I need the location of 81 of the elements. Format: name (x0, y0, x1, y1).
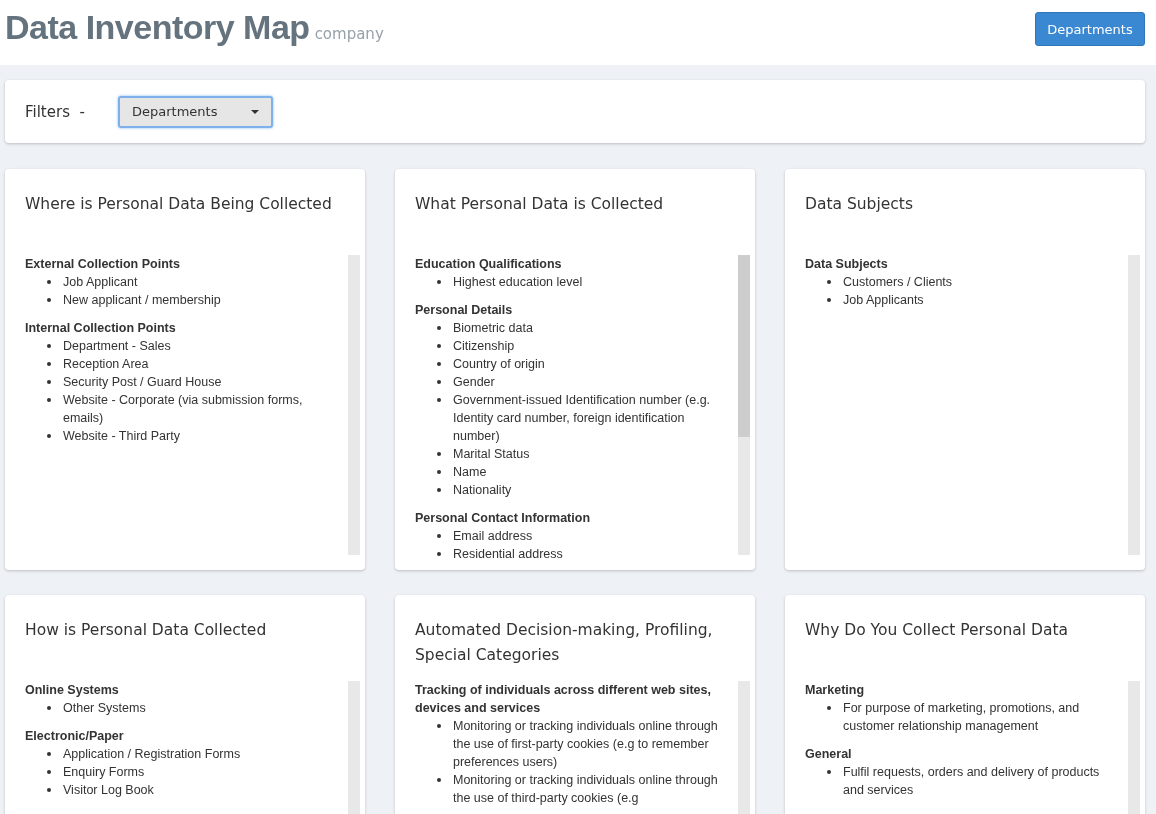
list-item: Biometric data (453, 320, 533, 337)
page-title: Data Inventory Map (5, 8, 310, 47)
departments-button[interactable]: Departments (1035, 12, 1145, 46)
group-heading: Personal Details (415, 302, 514, 319)
list-item: Department - Sales (63, 338, 171, 355)
bullet-icon (437, 488, 441, 492)
card-title: Data Subjects (805, 194, 914, 215)
bullet-icon (437, 724, 441, 728)
group-heading: Personal Contact Information (415, 510, 592, 527)
bullet-icon (437, 470, 441, 474)
bullet-icon (47, 380, 51, 384)
scrollbar-thumb[interactable] (738, 255, 750, 437)
bullet-icon (827, 770, 831, 774)
caret-icon (251, 109, 259, 114)
scrollbar-track[interactable] (738, 255, 750, 555)
group-heading: Education Qualifications (415, 256, 563, 273)
list-item: Monitoring or tracking individuals online through the use of third-party cookies (e.g (453, 772, 719, 807)
group-heading: Electronic/Paper (25, 728, 125, 745)
list-item: Gender (453, 374, 495, 391)
group-heading: Marketing (805, 682, 866, 699)
card-title: Automated Decision-making, Profiling, Special Categories (415, 620, 714, 666)
bullet-icon (437, 362, 441, 366)
bullet-icon (47, 434, 51, 438)
list-item: Website - Corporate (via submission forms, emails) (63, 392, 304, 427)
card-title: What Personal Data is Collected (415, 194, 665, 215)
list-item: Visitor Log Book (63, 782, 154, 799)
bullet-icon (47, 752, 51, 756)
bullet-icon (827, 298, 831, 302)
bullet-icon (47, 362, 51, 366)
list-item: Job Applicants (843, 292, 924, 309)
list-item: For purpose of marketing, promotions, and customer relationship management (843, 700, 1081, 735)
list-item: Highest education level (453, 274, 583, 291)
list-item: Name (453, 464, 487, 481)
bullet-icon (437, 326, 441, 330)
bullet-icon (47, 298, 51, 302)
bullet-icon (827, 706, 831, 710)
list-item: Customers / Clients (843, 274, 953, 291)
bullet-icon (437, 452, 441, 456)
list-item: Nationality (453, 482, 512, 499)
list-item: New applicant / membership (63, 292, 221, 309)
card-title: Where is Personal Data Being Collected (25, 194, 333, 215)
list-item: Other Systems (63, 700, 146, 717)
bullet-icon (47, 788, 51, 792)
bullet-icon (437, 380, 441, 384)
bullet-icon (437, 280, 441, 284)
group-heading: Internal Collection Points (25, 320, 177, 337)
card-title: Why Do You Collect Personal Data (805, 620, 1070, 641)
list-item: Marital Status (453, 446, 530, 463)
list-item: Government-issued Identification number (e.g. Identity card number, foreign identification number) (453, 392, 712, 445)
list-item: Website - Third Party (63, 428, 180, 445)
bullet-icon (437, 344, 441, 348)
bullet-icon (437, 778, 441, 782)
group-heading: General (805, 746, 853, 763)
list-item: Enquiry Forms (63, 764, 145, 781)
bullet-icon (47, 706, 51, 710)
list-item: Job Applicant (63, 274, 138, 291)
list-item: Fulfil requests, orders and delivery of products and services (843, 764, 1101, 799)
bullet-icon (47, 398, 51, 402)
bullet-icon (47, 344, 51, 348)
card-title: How is Personal Data Collected (25, 620, 268, 641)
group-heading: External Collection Points (25, 256, 181, 273)
departments-dropdown[interactable]: Departments (118, 95, 273, 128)
list-item: Application / Registration Forms (63, 746, 241, 763)
bullet-icon (437, 552, 441, 556)
group-heading: Tracking of individuals across different web sites, devices and services (415, 682, 712, 717)
group-heading: Online Systems (25, 682, 120, 699)
list-item: Email address (453, 528, 533, 545)
bullet-icon (437, 534, 441, 538)
filters-label: Filters - (25, 102, 86, 121)
list-item: Reception Area (63, 356, 149, 373)
list-item: Security Post / Guard House (63, 374, 222, 391)
group-heading: Data Subjects (805, 256, 889, 273)
list-item: Monitoring or tracking individuals online through the use of first-party cookies (e.g to remember preferences users) (453, 718, 719, 771)
bullet-icon (827, 280, 831, 284)
bullet-icon (47, 280, 51, 284)
list-item: Citizenship (453, 338, 515, 355)
page-subtitle: company (314, 25, 384, 43)
list-item: Country of origin (453, 356, 545, 373)
bullet-icon (47, 770, 51, 774)
bullet-icon (437, 398, 441, 402)
list-item: Residential address (453, 546, 563, 563)
